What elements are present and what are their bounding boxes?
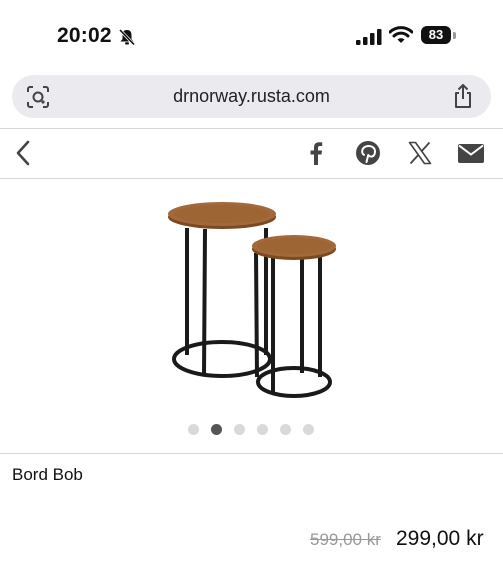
facebook-icon[interactable] [306,141,326,170]
original-price: 599,00 kr [310,530,381,549]
divider-toolbar [0,178,503,179]
status-time: 20:02 [57,24,112,47]
carousel-dot[interactable] [303,424,314,435]
carousel-dots [188,424,314,435]
share-icon[interactable] [452,83,474,114]
battery-icon: 83 [421,26,457,46]
carousel-dot[interactable] [280,424,291,435]
x-icon[interactable] [408,141,432,170]
bell-slash-icon [118,28,136,51]
battery-tip [453,32,456,39]
mail-icon[interactable] [458,144,484,168]
wifi-icon [388,26,414,49]
address-bar[interactable]: drnorway.rusta.com [12,75,491,118]
carousel-dot[interactable] [188,424,199,435]
product-title: Bord Bob [12,465,83,484]
sale-price: 299,00 kr [396,527,484,550]
url-text[interactable]: drnorway.rusta.com [12,86,491,107]
back-chevron-icon[interactable] [12,139,34,172]
battery-level: 83 [421,26,451,44]
pinterest-icon[interactable] [356,141,380,170]
carousel-dot[interactable] [234,424,245,435]
divider-content [0,453,503,454]
status-bar: 20:02 83 [0,0,503,70]
carousel-dot[interactable] [257,424,268,435]
large-table-graphic [168,202,276,378]
share-toolbar [0,129,503,178]
product-image[interactable] [150,195,350,412]
signal-icon [356,29,382,50]
carousel-dot-active[interactable] [211,424,222,435]
